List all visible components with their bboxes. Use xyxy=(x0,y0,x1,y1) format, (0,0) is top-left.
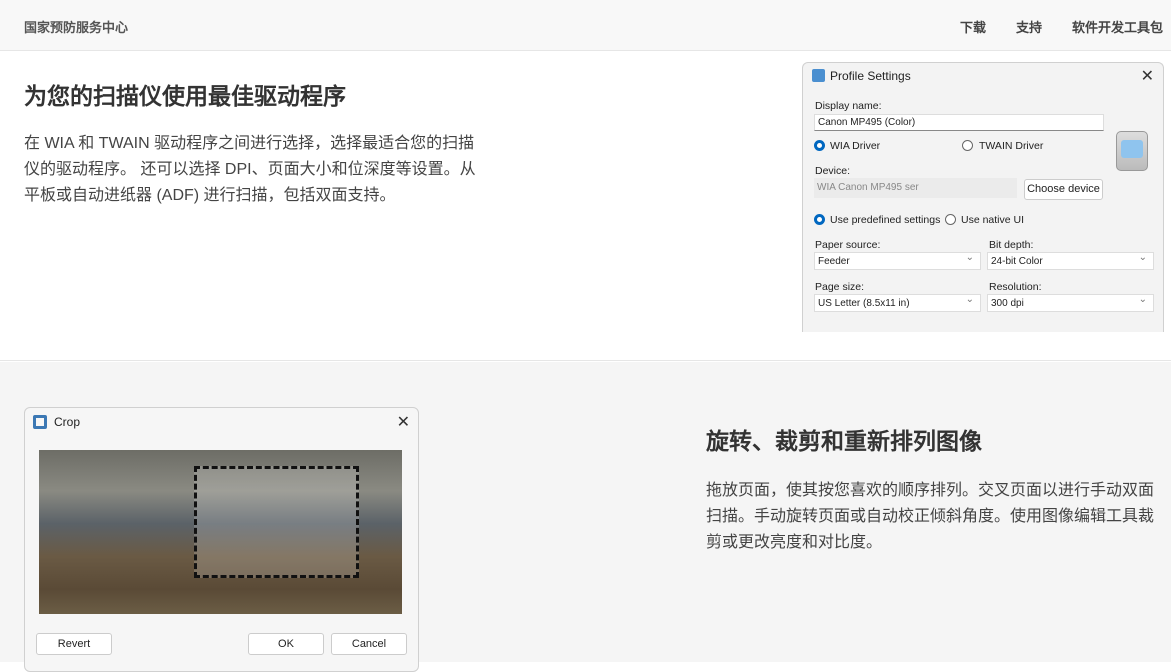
editing-section: Crop ✕ Revert OK Cancel 旋转、裁剪和重新排列图像 拖放页… xyxy=(0,362,1171,672)
nav-support[interactable]: 支持 xyxy=(1016,17,1042,36)
section-title: 为您的扫描仪使用最佳驱动程序 xyxy=(24,83,346,109)
revert-button[interactable]: Revert xyxy=(36,633,112,655)
device-field: WIA Canon MP495 ser xyxy=(814,178,1017,198)
resolution-label: Resolution: xyxy=(989,281,1042,293)
cancel-button[interactable]: Cancel xyxy=(331,633,407,655)
top-nav: 下载 支持 软件开发工具包 xyxy=(960,17,1163,36)
crop-selection[interactable] xyxy=(194,466,359,578)
dialog-title: Profile Settings xyxy=(830,69,911,83)
dialog-title: Crop xyxy=(54,415,81,429)
profile-settings-dialog: Profile Settings ✕ Display name: Canon M… xyxy=(802,62,1164,332)
native-ui-radio[interactable] xyxy=(945,214,956,225)
section-text: 拖放页面，使其按您喜欢的顺序排列。交叉页面以进行手动双面扫描。手动旋转页面或自动… xyxy=(706,482,1155,551)
predefined-label: Use predefined settings xyxy=(830,214,941,226)
page-size-select[interactable]: US Letter (8.5x11 in) xyxy=(814,294,981,312)
nav-download[interactable]: 下载 xyxy=(960,17,986,36)
display-name-label: Display name: xyxy=(815,100,882,112)
wia-label: WIA Driver xyxy=(830,140,881,152)
bit-depth-select[interactable]: 24-bit Color xyxy=(987,252,1154,270)
profile-icon xyxy=(812,69,825,82)
display-name-input[interactable]: Canon MP495 (Color) xyxy=(814,114,1104,131)
wia-radio[interactable] xyxy=(814,140,825,151)
close-icon[interactable]: ✕ xyxy=(1141,66,1154,86)
twain-radio[interactable] xyxy=(962,140,973,151)
crop-dialog: Crop ✕ Revert OK Cancel xyxy=(24,407,419,672)
section-text: 在 WIA 和 TWAIN 驱动程序之间进行选择，选择最适合您的扫描仪的驱动程序… xyxy=(24,135,476,204)
crop-image xyxy=(39,450,402,614)
bit-depth-label: Bit depth: xyxy=(989,239,1034,251)
paper-source-select[interactable]: Feeder xyxy=(814,252,981,270)
driver-section: 为您的扫描仪使用最佳驱动程序 在 WIA 和 TWAIN 驱动程序之间进行选择，… xyxy=(0,51,1171,361)
site-header: 国家预防服务中心 下载 支持 软件开发工具包 xyxy=(0,0,1171,51)
brand-logo-text[interactable]: 国家预防服务中心 xyxy=(24,17,128,36)
device-label: Device: xyxy=(815,165,851,177)
nav-sdk[interactable]: 软件开发工具包 xyxy=(1072,17,1163,36)
crop-icon xyxy=(33,415,47,429)
page-size-label: Page size: xyxy=(815,281,865,293)
predefined-radio[interactable] xyxy=(814,214,825,225)
native-ui-label: Use native UI xyxy=(961,214,1025,226)
resolution-select[interactable]: 300 dpi xyxy=(987,294,1154,312)
close-icon[interactable]: ✕ xyxy=(397,412,410,432)
ok-button[interactable]: OK xyxy=(248,633,324,655)
section-title: 旋转、裁剪和重新排列图像 xyxy=(706,428,982,454)
scanner-icon xyxy=(1116,131,1148,171)
choose-device-button[interactable]: Choose device xyxy=(1024,179,1103,200)
paper-source-label: Paper source: xyxy=(815,239,881,251)
twain-label: TWAIN Driver xyxy=(979,140,1044,152)
